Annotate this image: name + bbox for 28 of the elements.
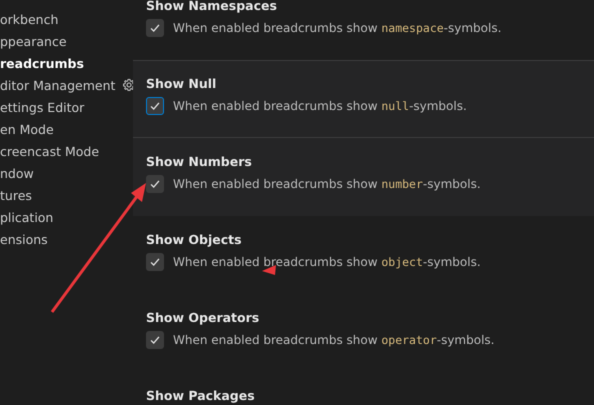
setting-title: Show Objects: [146, 231, 243, 249]
sidebar-item[interactable]: en Mode: [0, 122, 54, 136]
setting-description: When enabled breadcrumbs show null-symbols.: [173, 99, 467, 113]
sidebar-item[interactable]: ppearance: [0, 34, 67, 48]
sidebar-item[interactable]: creencast Mode: [0, 144, 100, 158]
setting-title: Show Null: [146, 75, 218, 93]
sidebar-item[interactable]: tures: [0, 188, 32, 202]
sidebar-item[interactable]: ettings Editor: [0, 100, 84, 114]
checkbox[interactable]: [146, 331, 164, 349]
setting-title: Show Namespaces: [146, 0, 278, 15]
arrowhead-annotation: [262, 265, 276, 275]
setting-title: Show Numbers: [146, 153, 253, 171]
setting-description: When enabled breadcrumbs show namespace-symbols.: [173, 21, 502, 35]
setting-description: When enabled breadcrumbs show number-symbols.: [173, 177, 481, 191]
setting-description: When enabled breadcrumbs show object-symbols.: [173, 255, 481, 269]
sidebar-item[interactable]: ensions: [0, 232, 48, 246]
sidebar-item[interactable]: plication: [0, 210, 54, 224]
sidebar-item[interactable]: ditor Management: [0, 78, 116, 92]
sidebar-item[interactable]: orkbench: [0, 12, 58, 26]
checkbox[interactable]: [146, 253, 164, 271]
checkbox[interactable]: [146, 175, 164, 193]
sidebar-item[interactable]: ndow: [0, 166, 34, 180]
sidebar-item[interactable]: readcrumbs: [0, 56, 84, 70]
checkbox[interactable]: [146, 19, 164, 37]
setting-title: Show Packages: [146, 387, 256, 405]
setting-title: Show Operators: [146, 309, 260, 327]
checkbox[interactable]: [146, 97, 164, 115]
setting-description: When enabled breadcrumbs show operator-symbols.: [173, 333, 494, 347]
